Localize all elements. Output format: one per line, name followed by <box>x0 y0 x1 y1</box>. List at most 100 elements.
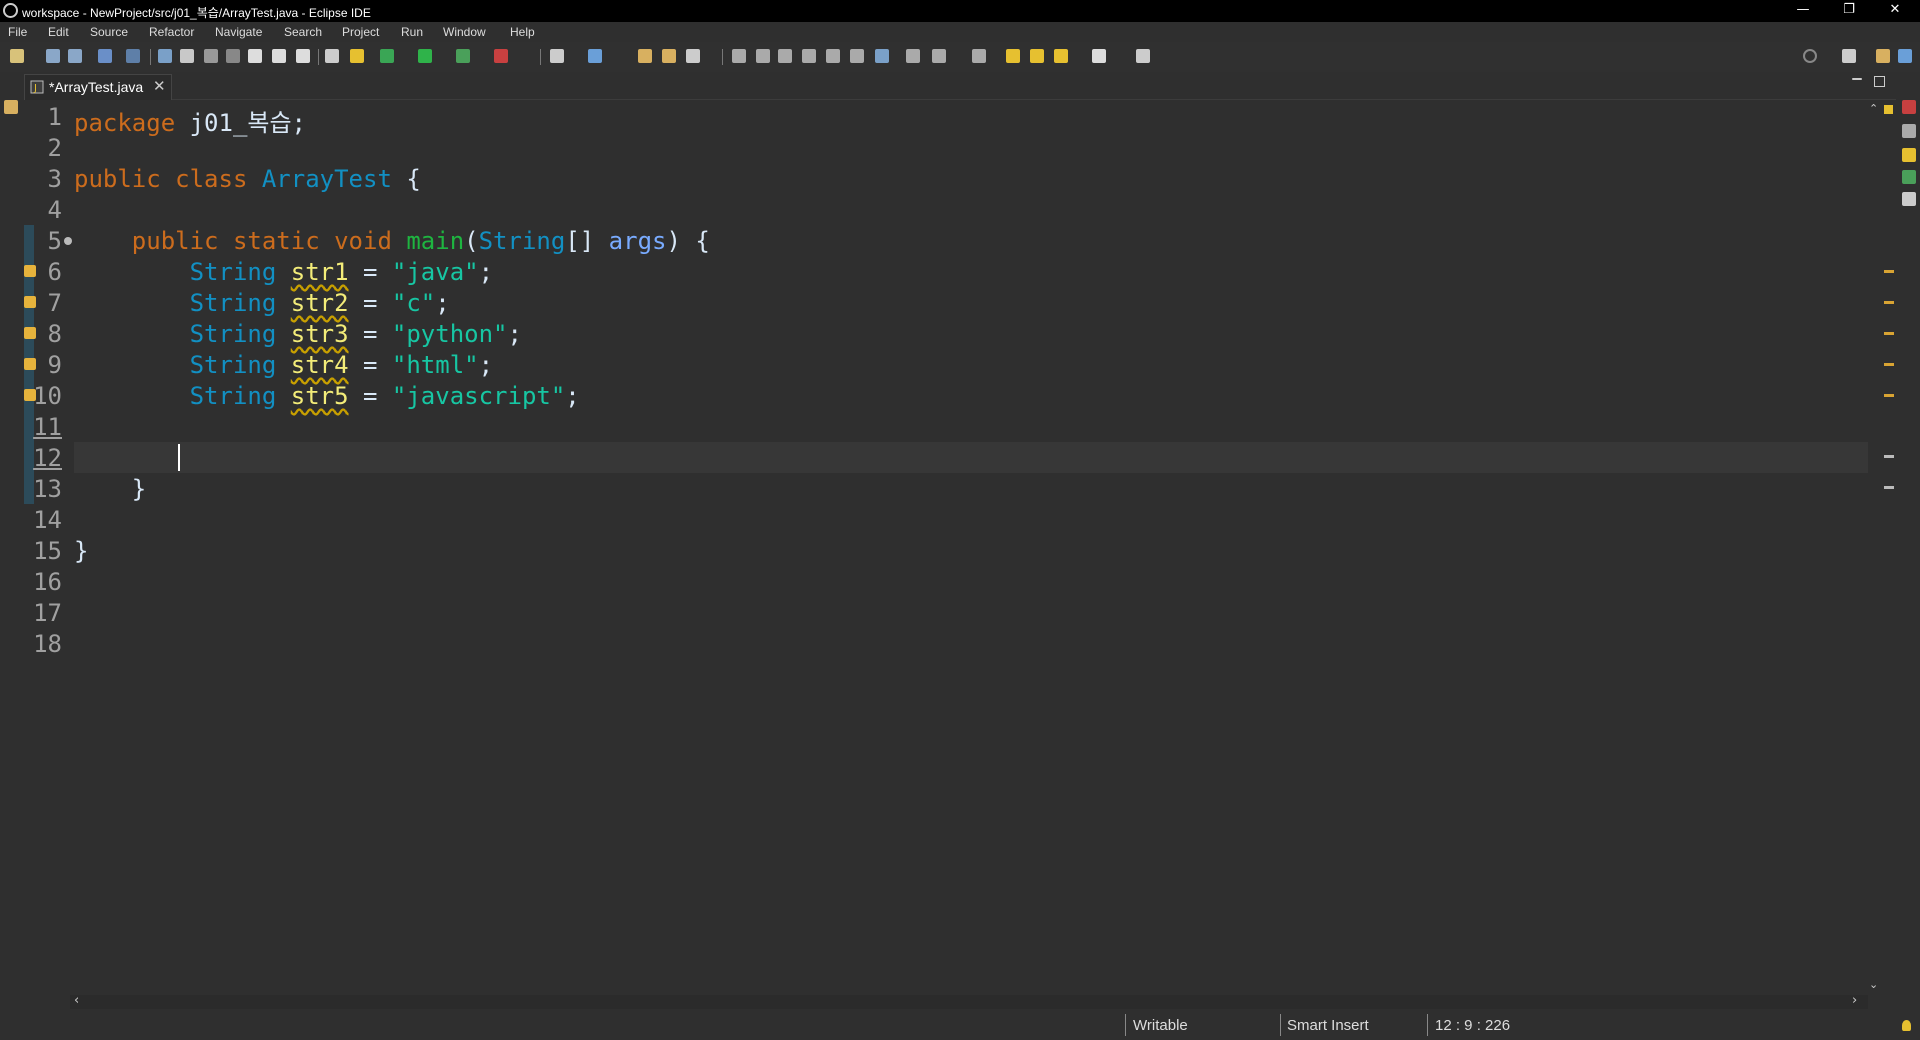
problems-icon[interactable] <box>1902 170 1916 184</box>
menu-edit[interactable]: Edit <box>48 25 69 39</box>
warning-marker-icon[interactable] <box>24 327 36 339</box>
search-icon[interactable] <box>1803 49 1817 63</box>
code-line-3: public class ArrayTest { <box>74 165 421 193</box>
insert-mode-status[interactable]: Smart Insert <box>1287 1017 1369 1034</box>
warning-marker-icon[interactable] <box>24 296 36 308</box>
new-java-package-icon[interactable] <box>588 49 602 63</box>
toggle-breadcrumb-icon[interactable] <box>325 49 339 63</box>
code-line-13: } <box>131 475 147 503</box>
right-trim-stack <box>1896 72 1920 1040</box>
previous-annotation-icon[interactable] <box>972 49 986 63</box>
save-all-icon[interactable] <box>68 49 82 63</box>
debug-perspective-icon[interactable] <box>1898 49 1912 63</box>
annotation-icon[interactable] <box>732 49 746 63</box>
step-into-icon[interactable] <box>248 49 262 63</box>
writable-status: Writable <box>1133 1017 1188 1034</box>
menu-search[interactable]: Search <box>284 25 322 39</box>
text-cursor <box>178 444 180 471</box>
external-tools-icon[interactable] <box>494 49 508 63</box>
task-list-icon[interactable] <box>1902 148 1916 162</box>
menu-source[interactable]: Source <box>90 25 128 39</box>
scroll-right-icon[interactable]: › <box>1852 993 1857 1008</box>
restore-views-icon[interactable] <box>1902 100 1916 114</box>
package-explorer-icon[interactable] <box>4 100 18 114</box>
overview-warning-mark[interactable] <box>1884 332 1894 335</box>
menu-refactor[interactable]: Refactor <box>149 25 194 39</box>
search-tool-icon[interactable] <box>686 49 700 63</box>
minimize-button[interactable]: — <box>1780 0 1826 22</box>
run-icon[interactable] <box>418 49 432 63</box>
line-number: 14 <box>33 506 62 534</box>
save-icon[interactable] <box>46 49 60 63</box>
show-whitespace-icon[interactable] <box>850 49 864 63</box>
new-java-project-icon[interactable] <box>550 49 564 63</box>
terminate-icon[interactable] <box>204 49 218 63</box>
block-selection-icon[interactable] <box>802 49 816 63</box>
overview-warning-mark[interactable] <box>1884 363 1894 366</box>
overview-warning-summary-icon[interactable] <box>1884 105 1893 114</box>
warning-marker-icon[interactable] <box>24 389 36 401</box>
tab-close-icon[interactable]: ✕ <box>153 77 166 95</box>
last-edit-location-icon[interactable] <box>1006 49 1020 63</box>
skip-breakpoints-icon[interactable] <box>126 49 140 63</box>
disconnect-icon[interactable] <box>226 49 240 63</box>
maximize-editor-icon[interactable] <box>1874 76 1885 87</box>
menu-help[interactable]: Help <box>510 25 535 39</box>
scroll-up-icon[interactable]: ⌃ <box>1869 102 1878 115</box>
fold-marker-icon[interactable] <box>64 237 72 245</box>
coverage-icon[interactable] <box>456 49 470 63</box>
mark-occurrences-icon[interactable] <box>778 49 792 63</box>
menu-project[interactable]: Project <box>342 25 379 39</box>
step-over-icon[interactable] <box>272 49 286 63</box>
tab-arraytest-java[interactable]: J *ArrayTest.java ✕ <box>24 74 172 100</box>
code-line-6: String str1 = "java"; <box>189 258 494 286</box>
workspace-icon[interactable] <box>906 49 920 63</box>
scroll-left-icon[interactable]: ‹ <box>74 993 79 1008</box>
console-icon[interactable] <box>1902 192 1916 206</box>
java-perspective-icon[interactable] <box>1876 49 1890 63</box>
open-task-icon[interactable] <box>350 49 364 63</box>
menu-navigate[interactable]: Navigate <box>215 25 262 39</box>
vertical-scrollbar[interactable] <box>1868 100 1886 995</box>
current-line-highlight <box>74 442 1868 473</box>
forward-icon[interactable] <box>1092 49 1106 63</box>
horizontal-scrollbar[interactable] <box>70 995 1868 1009</box>
pin-editor-icon[interactable] <box>1136 49 1150 63</box>
overview-occurrence-mark[interactable] <box>1884 455 1894 458</box>
menu-window[interactable]: Window <box>443 25 486 39</box>
line-number: 2 <box>47 134 62 162</box>
overview-warning-mark[interactable] <box>1884 270 1894 273</box>
code-line-7: String str2 = "c"; <box>189 289 450 317</box>
overview-warning-mark[interactable] <box>1884 301 1894 304</box>
open-perspective-icon[interactable] <box>1842 49 1856 63</box>
minimize-editor-icon[interactable] <box>1852 78 1862 80</box>
step-return-icon[interactable] <box>296 49 310 63</box>
close-button[interactable]: ✕ <box>1872 0 1918 22</box>
suspend-icon[interactable] <box>180 49 194 63</box>
overview-occurrence-mark[interactable] <box>1884 486 1894 489</box>
new-icon[interactable] <box>10 49 24 63</box>
java-file-icon: J <box>30 80 44 94</box>
resume-icon[interactable] <box>158 49 172 63</box>
open-type-icon[interactable] <box>638 49 652 63</box>
web-browser-icon[interactable] <box>875 49 889 63</box>
outline-icon[interactable] <box>1902 124 1916 138</box>
cursor-position-status[interactable]: 12 : 9 : 226 <box>1435 1017 1510 1034</box>
warning-marker-icon[interactable] <box>24 358 36 370</box>
line-number: 17 <box>33 599 62 627</box>
word-wrap-icon[interactable] <box>826 49 840 63</box>
forward-edit-location-icon[interactable] <box>1030 49 1044 63</box>
open-resource-icon[interactable] <box>662 49 676 63</box>
warning-marker-icon[interactable] <box>24 265 36 277</box>
pen-icon[interactable] <box>756 49 770 63</box>
restore-button[interactable]: ❐ <box>1826 0 1872 22</box>
back-icon[interactable] <box>1054 49 1068 63</box>
tip-lightbulb-icon[interactable] <box>1902 1020 1911 1031</box>
menu-file[interactable]: File <box>8 25 27 39</box>
overview-warning-mark[interactable] <box>1884 394 1894 397</box>
scroll-down-icon[interactable]: ⌄ <box>1869 978 1878 991</box>
open-console-icon[interactable] <box>98 49 112 63</box>
debug-icon[interactable] <box>380 49 394 63</box>
menu-run[interactable]: Run <box>401 25 423 39</box>
next-annotation-icon[interactable] <box>932 49 946 63</box>
